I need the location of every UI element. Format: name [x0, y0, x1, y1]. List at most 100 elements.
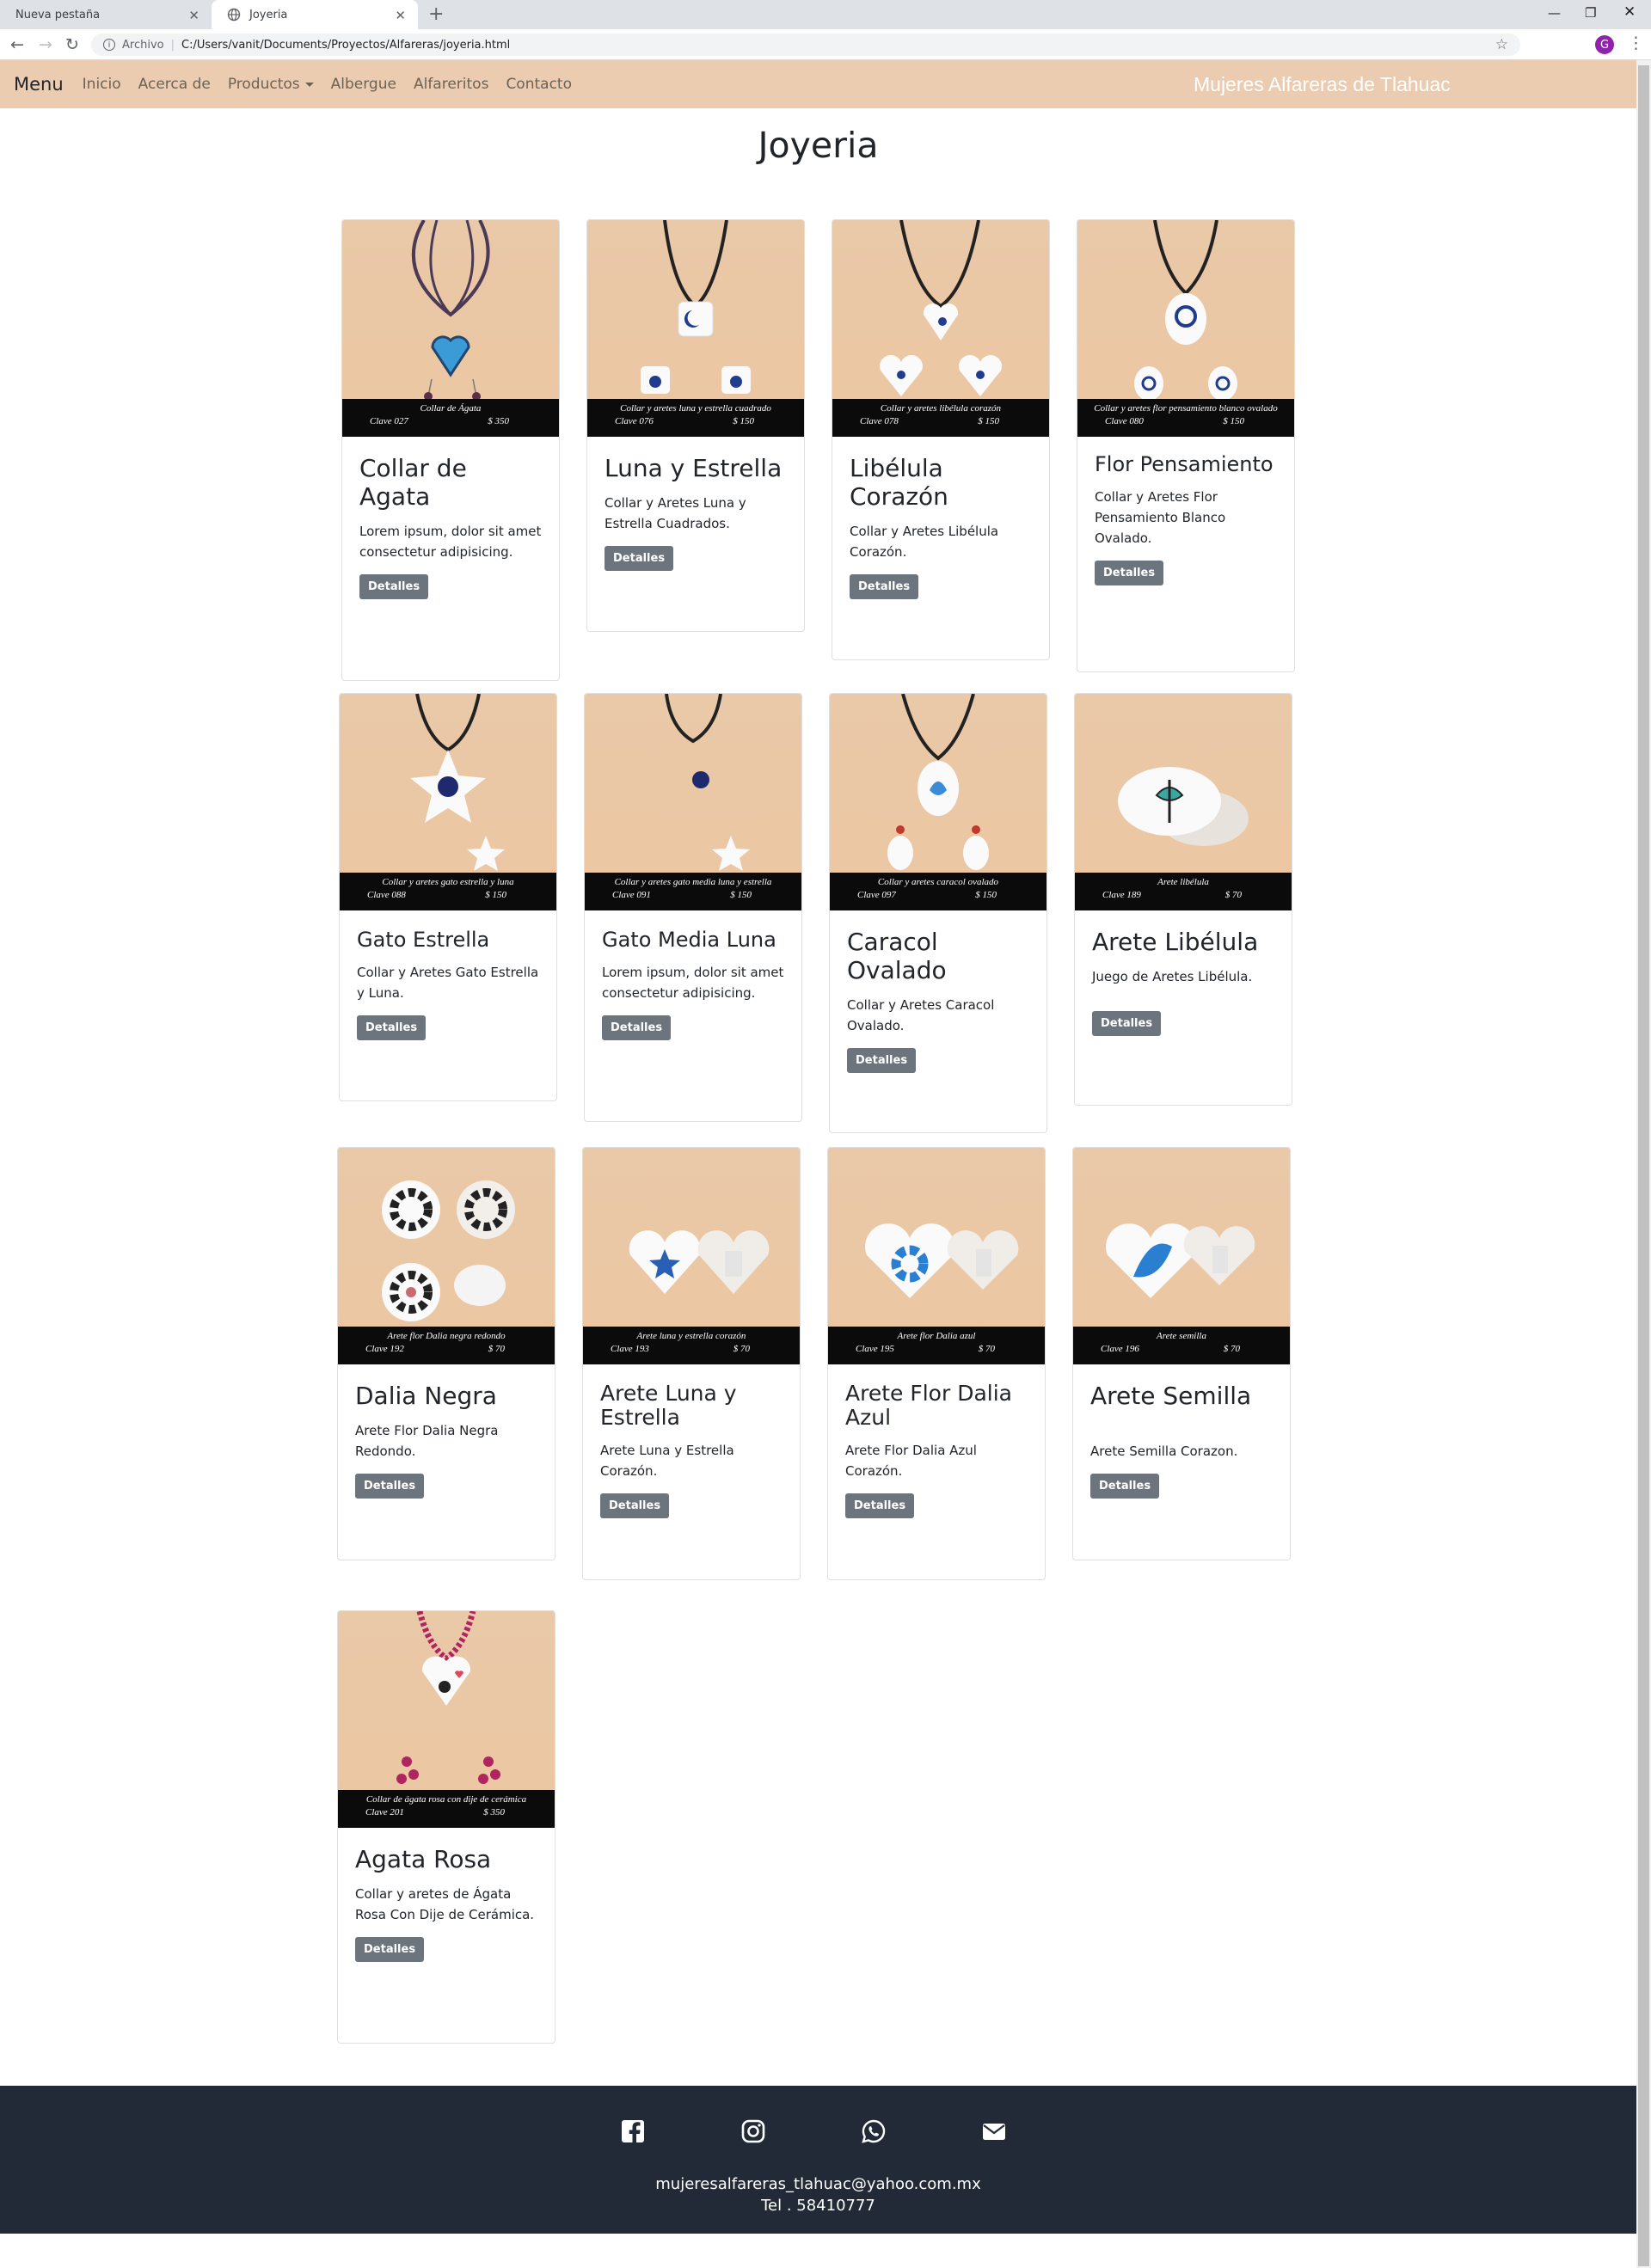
product-photo: Arete libélula Clave 189 $ 70	[1075, 694, 1292, 910]
scrollbar-thumb[interactable]	[1638, 65, 1649, 2266]
detalles-button[interactable]: Detalles	[359, 574, 429, 599]
price-band-price: $ 150	[730, 890, 752, 900]
address-scheme: Archivo	[122, 38, 164, 52]
back-arrow-icon[interactable]: ←	[10, 35, 24, 54]
price-band-price: $ 150	[1223, 416, 1244, 426]
price-band-description: Collar y aretes caracol ovalado	[877, 877, 999, 887]
card-body: Flor Pensamiento Collar y Aretes Flor Pe…	[1077, 452, 1294, 603]
site-navbar: Menu Inicio Acerca de Productos Albergue…	[0, 60, 1636, 108]
product-photo: Collar y aretes libélula corazón Clave 07…	[832, 220, 1049, 437]
price-band-clave: Clave 097	[857, 890, 896, 900]
detalles-button[interactable]: Detalles	[1092, 1011, 1162, 1036]
nav-link-contacto[interactable]: Contacto	[506, 76, 572, 93]
product-photo: Collar de ágata rosa con dije de cerámic…	[338, 1611, 555, 1828]
price-band-description: Collar y aretes flor pensamiento blanco …	[1094, 403, 1278, 414]
close-tab-icon[interactable]: ✕	[395, 8, 406, 23]
price-band: Collar de ágata rosa con dije de cerámic…	[338, 1790, 555, 1828]
minimize-icon[interactable]: —	[1548, 5, 1561, 21]
earring-image	[382, 1180, 515, 1321]
earring-image	[865, 1223, 1019, 1298]
more-menu-icon[interactable]: ⋮	[1628, 34, 1644, 52]
detalles-button[interactable]: Detalles	[845, 1493, 915, 1518]
close-tab-icon[interactable]: ✕	[188, 8, 199, 23]
detalles-button[interactable]: Detalles	[357, 1015, 427, 1040]
bookmark-star-icon[interactable]: ☆	[1495, 36, 1508, 53]
reload-icon[interactable]: ↻	[65, 35, 79, 54]
card-body: Arete Semilla Arete Semilla Corazon. Det…	[1073, 1382, 1290, 1516]
tab-label: Joyeria	[249, 8, 288, 21]
detalles-button[interactable]: Detalles	[602, 1015, 672, 1040]
card-title: Dalia Negra	[355, 1382, 497, 1410]
price-band: Collar y aretes luna y estrella cuadrado…	[587, 399, 804, 437]
nav-link-alfareritos[interactable]: Alfareritos	[414, 76, 488, 93]
nav-link-albergue[interactable]: Albergue	[331, 76, 396, 93]
new-tab-icon[interactable]: +	[428, 3, 444, 25]
product-card-gato-estrella: Collar y aretes gato estrella y luna Clav…	[339, 693, 557, 1101]
detalles-button[interactable]: Detalles	[847, 1048, 917, 1073]
detalles-button[interactable]: Detalles	[605, 546, 674, 571]
price-band-clave: Clave 080	[1105, 416, 1144, 426]
card-body: Arete Libélula Juego de Aretes Libélula.…	[1075, 928, 1292, 1053]
forward-arrow-icon[interactable]: →	[39, 35, 52, 54]
whatsapp-icon[interactable]	[861, 2118, 887, 2144]
product-card-arete-luna-y-estrella: Arete luna y estrella corazón Clave 193 $ …	[582, 1147, 801, 1580]
card-body: Luna y Estrella Collar y Aretes Luna y E…	[587, 454, 804, 588]
site-brand-title[interactable]: Mujeres Alfareras de Tlahuac	[1194, 73, 1451, 96]
detalles-button[interactable]: Detalles	[850, 574, 919, 599]
detalles-button[interactable]: Detalles	[1090, 1474, 1160, 1499]
price-band-clave: Clave 189	[1102, 890, 1141, 900]
card-text: Collar y Aretes Libélula Corazón.	[850, 524, 999, 560]
card-title: Collar de Agata	[359, 454, 467, 511]
menu-brand-link[interactable]: Menu	[14, 74, 64, 95]
card-text: Arete Semilla Corazon.	[1090, 1444, 1238, 1459]
tab-joyeria[interactable]: Joyeria ✕	[212, 0, 418, 29]
price-band-description: Collar y aretes gato estrella y luna	[382, 877, 514, 887]
profile-avatar[interactable]: G	[1595, 35, 1614, 54]
envelope-icon[interactable]	[981, 2118, 1007, 2144]
restore-icon[interactable]: ❐	[1585, 5, 1596, 21]
instagram-icon[interactable]	[740, 2118, 766, 2144]
product-photo: Arete semilla Clave 196 $ 70	[1073, 1148, 1290, 1364]
card-title: Arete Libélula	[1092, 928, 1259, 956]
product-photo: Arete flor Dalia azul Clave 195 $ 70	[828, 1148, 1045, 1364]
price-band-clave: Clave 076	[615, 416, 654, 426]
detalles-button[interactable]: Detalles	[355, 1474, 425, 1499]
product-card-caracol-ovalado: Collar y aretes caracol ovalado Clave 097…	[829, 693, 1047, 1133]
footer-email[interactable]: mujeresalfareras_tlahuac@yahoo.com.mx	[0, 2175, 1636, 2193]
price-band-clave: Clave 195	[856, 1344, 894, 1354]
price-band-price: $ 150	[978, 416, 999, 426]
info-icon[interactable]: i	[103, 39, 115, 51]
card-text: Arete Flor Dalia Negra Redondo.	[355, 1423, 499, 1459]
detalles-button[interactable]: Detalles	[355, 1937, 425, 1962]
detalles-button[interactable]: Detalles	[600, 1493, 670, 1518]
nav-link-inicio[interactable]: Inicio	[83, 76, 121, 93]
card-text: Collar y aretes de Ágata Rosa Con Dije d…	[355, 1886, 535, 1922]
card-title: Arete Luna y Estrella	[600, 1381, 737, 1430]
card-body: Arete Luna y Estrella Arete Luna y Estre…	[583, 1382, 800, 1535]
price-band-description: Arete libélula	[1157, 877, 1209, 887]
price-band: Arete libélula Clave 189 $ 70	[1075, 873, 1292, 910]
card-body: Arete Flor Dalia Azul Arete Flor Dalia A…	[828, 1382, 1045, 1535]
card-text: Collar y Aretes Flor Pensamiento Blanco …	[1095, 489, 1226, 546]
card-text: Collar y Aretes Luna y Estrella Cuadrado…	[605, 495, 746, 531]
address-input[interactable]: i Archivo | C:/Users/vanit/Documents/Pro…	[91, 34, 1520, 56]
nav-dropdown-productos[interactable]: Productos	[228, 76, 314, 93]
address-bar-row: ← → ↻ i Archivo | C:/Users/vanit/Documen…	[0, 29, 1651, 80]
detalles-button[interactable]: Detalles	[1095, 561, 1164, 585]
card-text: Lorem ipsum, dolor sit amet consectetur …	[359, 524, 542, 560]
tab-nueva-pestana[interactable]: Nueva pestaña ✕	[0, 0, 212, 29]
product-card-flor-pensamiento: Collar y aretes flor pensamiento blanco …	[1077, 219, 1295, 672]
product-photo: Collar y aretes caracol ovalado Clave 097…	[830, 694, 1046, 910]
price-band-clave: Clave 088	[367, 890, 406, 900]
facebook-icon[interactable]	[620, 2118, 646, 2144]
product-photo: Collar y aretes flor pensamiento blanco …	[1077, 220, 1294, 437]
price-band: Collar de Ágata Clave 027 $ 350	[342, 399, 559, 437]
card-title: Arete Flor Dalia Azul	[845, 1381, 1012, 1430]
close-window-icon[interactable]: ✕	[1623, 3, 1636, 21]
card-title: Libélula Corazón	[850, 454, 948, 511]
card-text: Arete Luna y Estrella Corazón.	[600, 1443, 734, 1479]
card-title: Arete Semilla	[1090, 1382, 1252, 1410]
price-band-clave: Clave 201	[365, 1807, 404, 1817]
price-band-description: Collar y aretes luna y estrella cuadrado	[620, 403, 771, 414]
nav-link-acerca-de[interactable]: Acerca de	[138, 76, 211, 93]
